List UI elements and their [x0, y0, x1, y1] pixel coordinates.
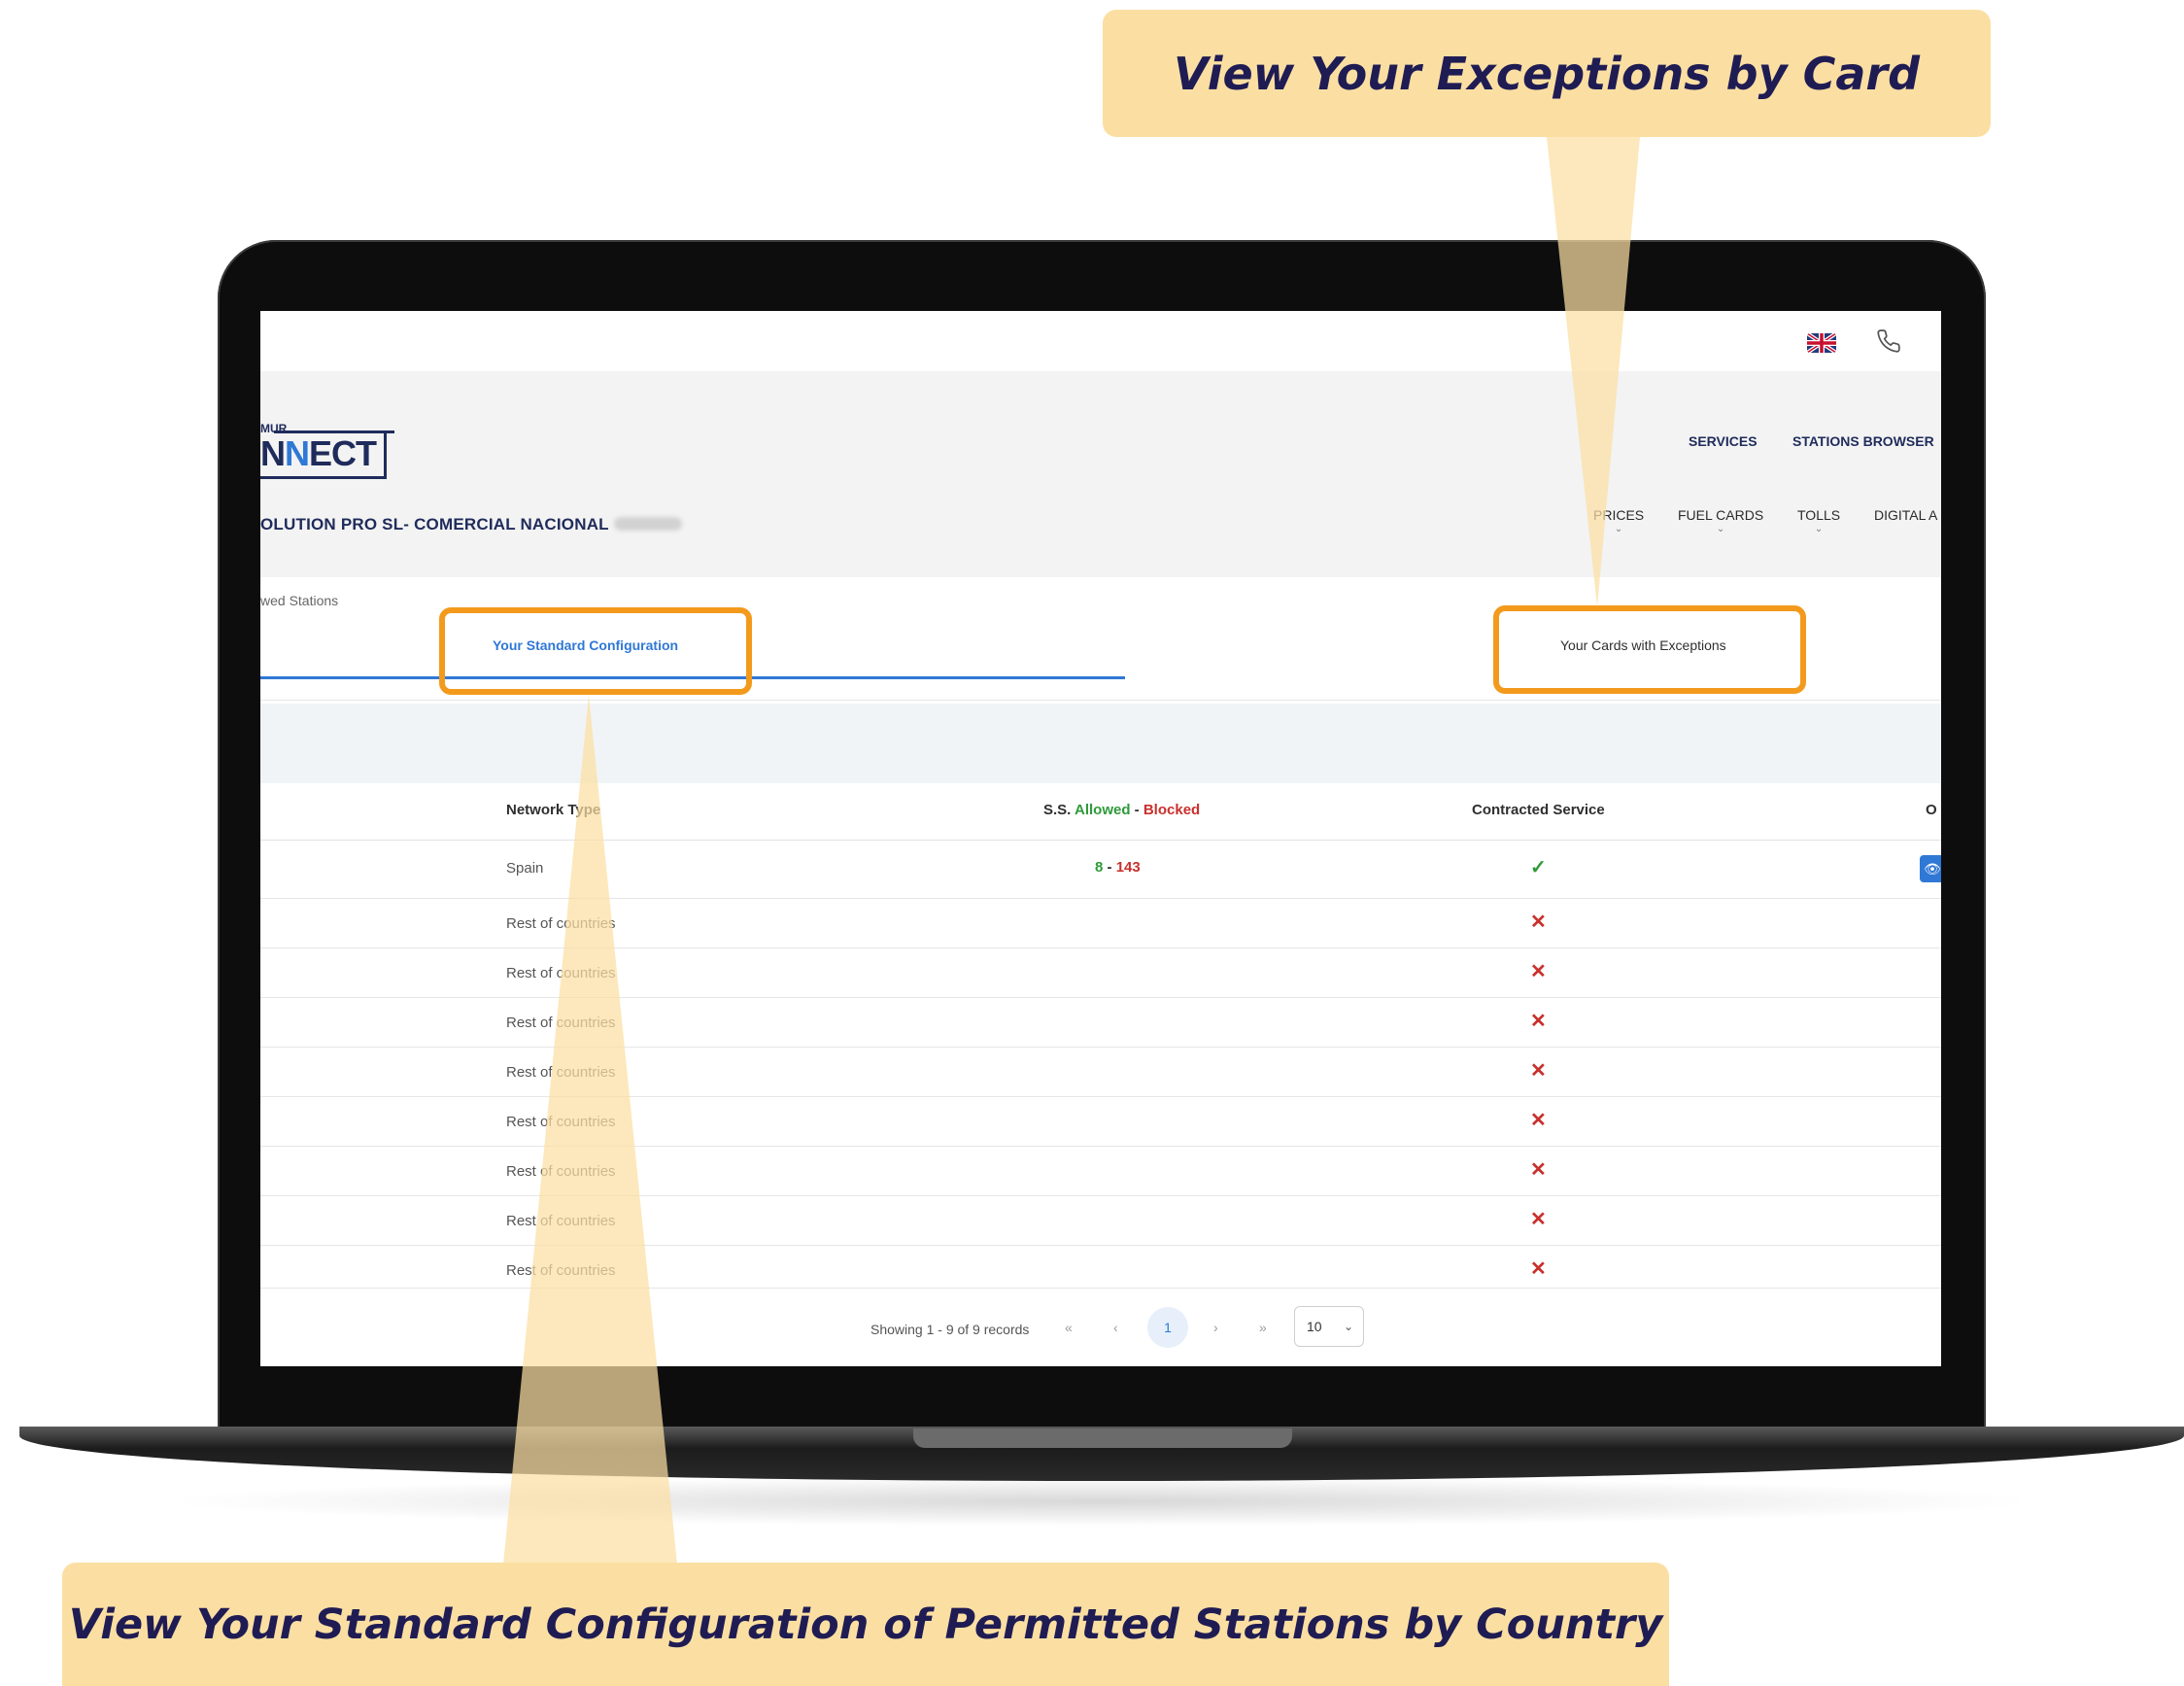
nav-stations-browser[interactable]: STATIONS BROWSER — [1792, 433, 1934, 449]
nav-fuel-cards[interactable]: FUEL CARDS ⌄ — [1678, 507, 1763, 534]
company-name: OLUTION PRO SL- COMERCIAL NACIONAL — [260, 515, 609, 533]
network-type-cell: Rest of countries — [506, 915, 616, 932]
network-type-cell: Rest of countries — [506, 965, 616, 981]
callout-exceptions: View Your Exceptions by Card — [1103, 10, 1991, 137]
next-page-icon[interactable]: › — [1213, 1320, 1218, 1335]
laptop-shadow — [185, 1477, 2021, 1526]
view-eye-button[interactable]: 👁 — [1920, 855, 1941, 882]
nav-fuel-cards-label: FUEL CARDS — [1678, 507, 1764, 523]
logo-letters: ECT — [309, 433, 377, 473]
network-type-cell: Rest of countries — [506, 1064, 616, 1081]
column-contracted-service: Contracted Service — [1472, 802, 1605, 818]
ss-blocked-label: Blocked — [1143, 802, 1201, 818]
cross-icon: ✕ — [1530, 1258, 1547, 1280]
cross-icon: ✕ — [1530, 1060, 1547, 1082]
app-screen: MUR N N ECT OLUTION PRO SL- COMERCIAL NACI… — [260, 311, 1941, 1366]
prev-page-icon[interactable]: ‹ — [1113, 1320, 1118, 1335]
callout-standard-configuration: View Your Standard Configuration of Perm… — [62, 1563, 1669, 1686]
check-icon: ✓ — [1530, 857, 1547, 878]
ss-separator: - — [1130, 802, 1143, 818]
ss-prefix: S.S. — [1043, 802, 1072, 818]
cross-icon: ✕ — [1530, 1110, 1547, 1131]
cross-icon: ✕ — [1530, 1011, 1547, 1032]
nav-prices-label: PRICES — [1593, 507, 1645, 523]
redacted-account-id — [614, 517, 682, 531]
first-page-icon[interactable]: « — [1065, 1320, 1073, 1335]
network-type-cell: Rest of countries — [506, 1262, 616, 1279]
page-size-value: 10 — [1307, 1319, 1322, 1334]
cross-icon: ✕ — [1530, 1159, 1547, 1181]
network-type-cell: Rest of countries — [506, 1163, 616, 1180]
cross-icon: ✕ — [1530, 961, 1547, 982]
phone-icon[interactable] — [1876, 328, 1901, 358]
cross-icon: ✕ — [1530, 1209, 1547, 1230]
breadcrumb: wed Stations — [260, 593, 339, 608]
page-button-current[interactable]: 1 — [1147, 1307, 1188, 1348]
chevron-down-icon: ⌄ — [1614, 524, 1623, 534]
filter-band — [260, 704, 1941, 783]
blocked-count: 143 — [1115, 859, 1141, 876]
column-network-type: Network Type — [506, 802, 601, 818]
uk-flag-icon[interactable] — [1807, 333, 1836, 353]
ss-count-cell: 8 - 143 — [1095, 859, 1141, 876]
nav-digital[interactable]: DIGITAL A — [1874, 507, 1937, 523]
logo-letter-accent: N — [285, 433, 310, 473]
chevron-down-icon: ⌄ — [1716, 524, 1725, 534]
ss-allowed-label: Allowed — [1074, 802, 1131, 818]
column-ss-allowed-blocked: S.S. Allowed - Blocked — [1043, 802, 1200, 818]
chevron-down-icon: ⌄ — [1343, 1320, 1353, 1333]
count-separator: - — [1103, 859, 1116, 876]
network-type-cell: Rest of countries — [506, 1015, 616, 1031]
connect-logo[interactable]: N N ECT — [260, 431, 387, 479]
highlight-standard-tab — [439, 607, 752, 695]
network-type-cell: Rest of countries — [506, 1114, 616, 1130]
column-options: O — [1926, 802, 1937, 818]
last-page-icon[interactable]: » — [1259, 1320, 1267, 1335]
highlight-exceptions-tab — [1493, 605, 1806, 694]
nav-services[interactable]: SERVICES — [1689, 433, 1757, 449]
network-type-cell: Spain — [506, 860, 544, 877]
chevron-down-icon: ⌄ — [1814, 524, 1824, 534]
nav-prices[interactable]: PRICES ⌄ — [1593, 507, 1644, 534]
top-bar — [260, 311, 1941, 371]
page-size-select[interactable]: 10 ⌄ — [1294, 1306, 1364, 1347]
nav-tolls-label: TOLLS — [1797, 507, 1841, 523]
header-band — [260, 371, 1941, 577]
nav-tolls[interactable]: TOLLS ⌄ — [1797, 507, 1840, 534]
pagination-summary: Showing 1 - 9 of 9 records — [870, 1322, 1030, 1337]
logo-letter: N — [260, 433, 286, 473]
cross-icon: ✕ — [1530, 912, 1547, 933]
network-type-cell: Rest of countries — [506, 1213, 616, 1229]
laptop-notch — [913, 1428, 1292, 1448]
